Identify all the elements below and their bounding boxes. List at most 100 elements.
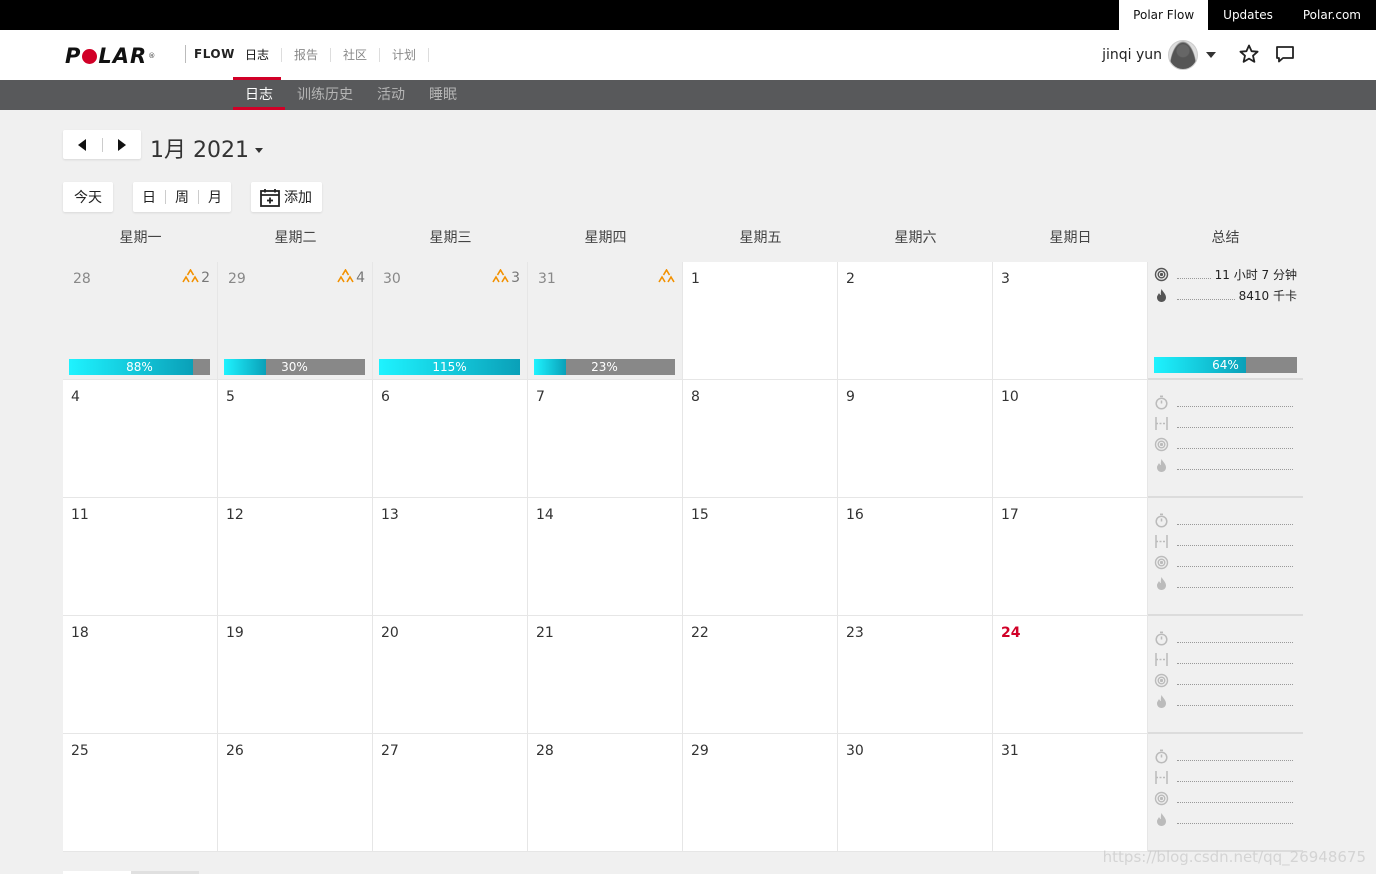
chat-icon[interactable] [1275,45,1295,63]
progress-label: 30% [281,360,308,374]
month-title: 1月 2021 [150,138,249,163]
training-load-icon [1154,791,1169,806]
view-week-button[interactable]: 周 [166,187,198,207]
stopwatch-icon [1154,395,1169,410]
dotted-leader [1177,633,1293,643]
day-cell[interactable]: 25 [63,734,218,852]
day-cell[interactable]: 31 23% [528,262,683,380]
day-cell[interactable]: 30 3 115% [373,262,528,380]
calendar-grid: 28 2 88% 29 4 30% 30 3 115% 31 23% 1 2 3 11 小时 7 分钟 841… [63,262,1303,852]
week-summary[interactable] [1148,380,1303,498]
day-cell[interactable]: 5 [218,380,373,498]
toplink-updates[interactable]: Updates [1208,0,1288,30]
prev-month-button[interactable] [63,130,102,159]
subnav-diary[interactable]: 日志 [233,80,285,110]
next-month-button[interactable] [102,130,141,159]
target-icon [492,268,509,287]
day-cell[interactable]: 2 [838,262,993,380]
nav-reports[interactable]: 报告 [282,30,330,80]
day-cell[interactable]: 29 [683,734,838,852]
day-cell[interactable]: 26 [218,734,373,852]
day-cell[interactable]: 23 [838,616,993,734]
nav-community[interactable]: 社区 [331,30,379,80]
training-target-indicator[interactable]: 4 [337,268,365,287]
dotted-leader [1177,793,1293,803]
week-summary[interactable] [1148,616,1303,734]
polar-logo[interactable]: P LAR ® FLOW [65,44,234,68]
stopwatch-icon [1154,513,1169,528]
week-summary[interactable] [1148,734,1303,852]
day-number: 29 [691,743,709,759]
subnav-sleep[interactable]: 睡眠 [417,80,469,110]
day-cell[interactable]: 9 [838,380,993,498]
training-target-indicator[interactable] [658,268,675,287]
nav-plans[interactable]: 计划 [380,30,428,80]
star-icon[interactable] [1239,44,1259,64]
day-cell[interactable]: 1 [683,262,838,380]
summary-line: 8410 千卡 [1154,285,1297,305]
day-cell[interactable]: 28 [528,734,683,852]
progress-label: 64% [1212,358,1239,372]
training-target-indicator[interactable]: 2 [182,268,210,287]
day-cell[interactable]: 12 [218,498,373,616]
day-cell[interactable]: 17 [993,498,1148,616]
day-cell[interactable]: 15 [683,498,838,616]
today-button[interactable]: 今天 [63,182,113,212]
day-number: 28 [73,271,91,287]
day-cell[interactable]: 16 [838,498,993,616]
day-cell[interactable]: 3 [993,262,1148,380]
day-number: 10 [1001,389,1019,405]
day-cell[interactable]: 4 [63,380,218,498]
training-load-icon [1154,673,1169,688]
dotted-leader [1177,269,1211,279]
day-cell[interactable]: 11 [63,498,218,616]
dotted-leader [1177,290,1235,300]
day-cell[interactable]: 28 2 88% [63,262,218,380]
period-nav [63,130,141,159]
day-number: 22 [691,625,709,641]
day-cell[interactable]: 20 [373,616,528,734]
day-cell[interactable]: 6 [373,380,528,498]
view-month-button[interactable]: 月 [199,187,231,207]
day-cell[interactable]: 14 [528,498,683,616]
summary-line [1154,628,1297,648]
week-summary[interactable]: 11 小时 7 分钟 8410 千卡 64% [1148,262,1303,380]
day-cell[interactable]: 29 4 30% [218,262,373,380]
logo-divider [185,45,186,63]
day-cell-today[interactable]: 24 [993,616,1148,734]
day-cell[interactable]: 13 [373,498,528,616]
day-cell[interactable]: 10 [993,380,1148,498]
day-cell[interactable]: 27 [373,734,528,852]
add-button[interactable]: 添加 [251,182,322,212]
flow-label: FLOW [194,47,235,61]
day-cell[interactable]: 7 [528,380,683,498]
user-menu[interactable]: jinqi yun [1102,40,1216,70]
month-selector[interactable]: 1月 2021 [150,132,263,164]
top-links: Polar Flow Updates Polar.com [1119,0,1376,30]
distance-icon [1154,770,1169,785]
day-number: 3 [1001,271,1010,287]
stopwatch-icon [1154,631,1169,646]
subnav-training-history[interactable]: 训练历史 [285,80,365,110]
view-day-button[interactable]: 日 [133,187,165,207]
day-cell[interactable]: 21 [528,616,683,734]
day-cell[interactable]: 22 [683,616,838,734]
dotted-leader [1177,751,1293,761]
logo-text: P LAR [65,44,148,68]
weekday-sat: 星期六 [894,230,937,246]
training-target-indicator[interactable]: 3 [492,268,520,287]
toplink-polar-com[interactable]: Polar.com [1288,0,1376,30]
day-cell[interactable]: 30 [838,734,993,852]
flame-icon [1154,812,1169,827]
subnav-activity[interactable]: 活动 [365,80,417,110]
day-cell[interactable]: 19 [218,616,373,734]
day-number: 24 [1001,625,1021,641]
toplink-polar-flow[interactable]: Polar Flow [1119,0,1209,30]
day-cell[interactable]: 8 [683,380,838,498]
day-cell[interactable]: 18 [63,616,218,734]
nav-diary[interactable]: 日志 [233,30,282,80]
day-cell[interactable]: 31 [993,734,1148,852]
week-summary[interactable] [1148,498,1303,616]
dotted-leader [1177,772,1293,782]
dotted-leader [1177,578,1293,588]
